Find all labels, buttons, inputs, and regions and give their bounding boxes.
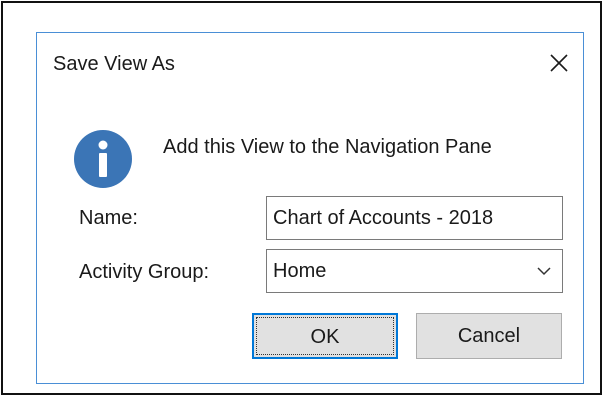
cancel-button-label: Cancel bbox=[457, 325, 521, 347]
activity-group-select[interactable]: Home bbox=[266, 249, 563, 293]
save-view-as-dialog: Save View As Add this View to the Naviga… bbox=[36, 32, 584, 384]
info-icon bbox=[73, 129, 133, 189]
screenshot-frame: Save View As Add this View to the Naviga… bbox=[1, 1, 602, 395]
name-input[interactable] bbox=[266, 196, 563, 240]
dialog-message: Add this View to the Navigation Pane bbox=[163, 136, 492, 158]
close-button[interactable] bbox=[545, 49, 573, 77]
activity-group-value: Home bbox=[273, 260, 327, 282]
dialog-title: Save View As bbox=[53, 53, 175, 75]
activity-group-label: Activity Group: bbox=[79, 261, 210, 283]
close-icon bbox=[550, 54, 568, 72]
cancel-button[interactable]: Cancel bbox=[416, 313, 562, 359]
ok-button[interactable]: OK bbox=[252, 313, 398, 359]
chevron-down-icon bbox=[537, 267, 551, 276]
ok-button-label: OK bbox=[310, 326, 340, 348]
name-label: Name: bbox=[79, 207, 138, 229]
